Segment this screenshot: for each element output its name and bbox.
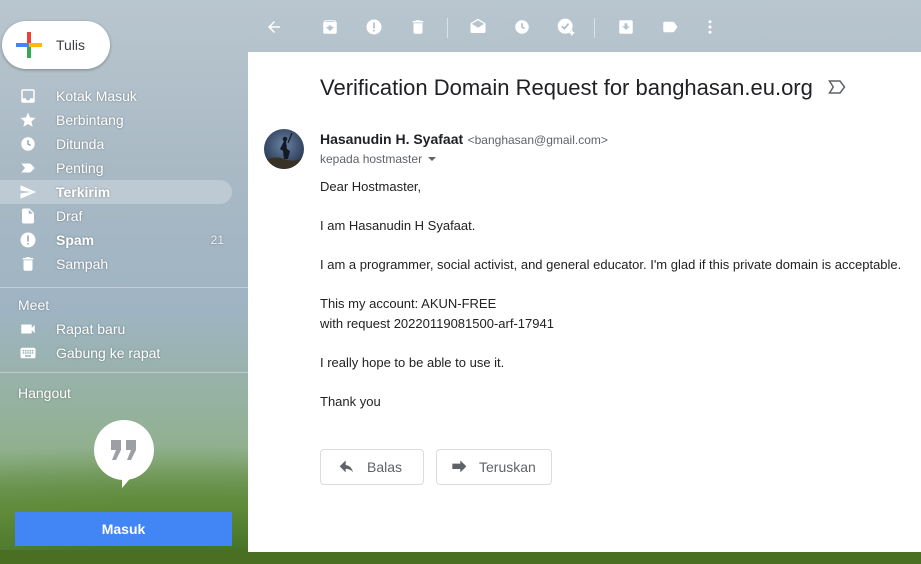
back-button[interactable] <box>264 17 284 37</box>
toolbar-separator <box>594 18 595 38</box>
keyboard-icon <box>18 343 38 363</box>
labels-button[interactable] <box>660 17 680 37</box>
spam-count-badge: 21 <box>210 233 224 247</box>
reply-button[interactable]: Balas <box>320 449 424 485</box>
reply-label: Balas <box>367 459 403 475</box>
trash-icon <box>18 254 38 274</box>
body-greeting: Dear Hostmaster, <box>320 179 422 194</box>
more-options-button[interactable] <box>700 17 720 37</box>
sidebar-item-important[interactable]: Penting <box>0 156 248 180</box>
reply-icon <box>339 460 355 474</box>
forward-button[interactable]: Teruskan <box>436 449 552 485</box>
recipient-details[interactable]: kepada hostmaster <box>320 152 437 166</box>
sidebar-item-label: Terkirim <box>56 184 111 200</box>
important-marker-icon[interactable] <box>828 79 846 100</box>
sidebar-nav: Kotak Masuk Berbintang Ditunda Penting T… <box>0 84 248 284</box>
spam-icon <box>18 230 38 250</box>
meet-section-title: Meet <box>18 297 50 313</box>
sidebar-item-starred[interactable]: Berbintang <box>0 108 248 132</box>
draft-icon <box>18 206 38 226</box>
body-about: I am a programmer, social activist, and … <box>320 257 902 272</box>
sidebar-item-label: Spam <box>56 232 95 248</box>
forward-icon <box>451 460 467 474</box>
email-subject: Verification Domain Request for banghasa… <box>320 75 813 100</box>
compose-button[interactable]: Tulis <box>2 21 110 69</box>
body-intro: I am Hasanudin H Syafaat. <box>320 218 476 233</box>
sidebar-item-snoozed[interactable]: Ditunda <box>0 132 248 156</box>
sidebar-divider <box>0 372 248 373</box>
sidebar-item-sent[interactable]: Terkirim <box>0 180 232 204</box>
join-meeting-item[interactable]: Gabung ke rapat <box>18 341 160 365</box>
arrow-back-icon <box>268 21 280 33</box>
delete-button[interactable] <box>408 17 428 37</box>
sender-email: <banghasan@gmail.com> <box>467 133 608 147</box>
sidebar-item-label: Penting <box>56 160 104 176</box>
add-task-icon <box>557 18 575 36</box>
sidebar-item-label: Berbintang <box>56 112 124 128</box>
hangout-signin-button[interactable]: Masuk <box>15 512 232 546</box>
new-meeting-label: Rapat baru <box>56 321 126 337</box>
sender-avatar[interactable] <box>264 129 304 169</box>
hangout-section-title: Hangout <box>18 385 71 401</box>
sidebar-item-spam[interactable]: Spam 21 <box>0 228 248 252</box>
body-account: This my account: AKUN-FREE <box>320 296 497 311</box>
send-icon <box>18 182 38 202</box>
sender-name[interactable]: Hasanudin H. Syafaat <box>320 131 463 147</box>
mark-unread-button[interactable] <box>468 17 488 37</box>
forward-label: Teruskan <box>479 459 536 475</box>
archive-button[interactable] <box>320 17 340 37</box>
body-request: with request 20220119081500-arf-17941 <box>320 316 554 331</box>
sidebar-item-drafts[interactable]: Draf <box>0 204 248 228</box>
label-icon <box>663 21 678 33</box>
sidebar-item-label: Sampah <box>56 256 109 272</box>
sidebar-item-label: Ditunda <box>56 136 105 152</box>
body-hope: I really hope to be able to use it. <box>320 355 505 370</box>
sender-line: Hasanudin H. Syafaat <banghasan@gmail.co… <box>320 131 608 149</box>
add-to-tasks-button[interactable] <box>556 17 576 37</box>
message-toolbar <box>248 0 921 52</box>
sidebar: Tulis Kotak Masuk Berbintang Ditunda Pen… <box>0 0 248 564</box>
sidebar-item-label: Draf <box>56 208 83 224</box>
inbox-icon <box>18 86 38 106</box>
hangouts-quote-icon <box>94 420 154 488</box>
more-vert-icon <box>708 20 712 34</box>
report-spam-button[interactable] <box>364 17 384 37</box>
clock-icon <box>515 20 529 34</box>
sidebar-item-label: Kotak Masuk <box>56 88 137 104</box>
snooze-button[interactable] <box>512 17 532 37</box>
sidebar-item-trash[interactable]: Sampah <box>0 252 248 276</box>
mark-unread-icon <box>470 18 486 33</box>
video-camera-icon <box>18 319 38 339</box>
important-icon <box>18 158 38 178</box>
new-meeting-item[interactable]: Rapat baru <box>18 317 125 341</box>
toolbar-separator <box>447 18 448 38</box>
recipient-label: kepada hostmaster <box>320 152 423 166</box>
star-icon <box>18 110 38 130</box>
trash-icon <box>412 20 424 34</box>
body-closing: Thank you <box>320 394 381 409</box>
sidebar-divider <box>0 287 248 288</box>
archive-icon <box>323 20 337 34</box>
clock-icon <box>18 134 38 154</box>
report-spam-icon <box>366 19 382 35</box>
message-panel: Verification Domain Request for banghasa… <box>248 52 921 552</box>
join-meeting-label: Gabung ke rapat <box>56 345 161 361</box>
avatar-photo <box>264 132 304 169</box>
move-to-button[interactable] <box>616 17 636 37</box>
sidebar-item-inbox[interactable]: Kotak Masuk <box>0 84 248 108</box>
chevron-down-icon <box>428 157 437 161</box>
compose-plus-icon <box>16 32 42 58</box>
move-to-icon <box>619 20 633 34</box>
compose-label: Tulis <box>56 37 86 53</box>
